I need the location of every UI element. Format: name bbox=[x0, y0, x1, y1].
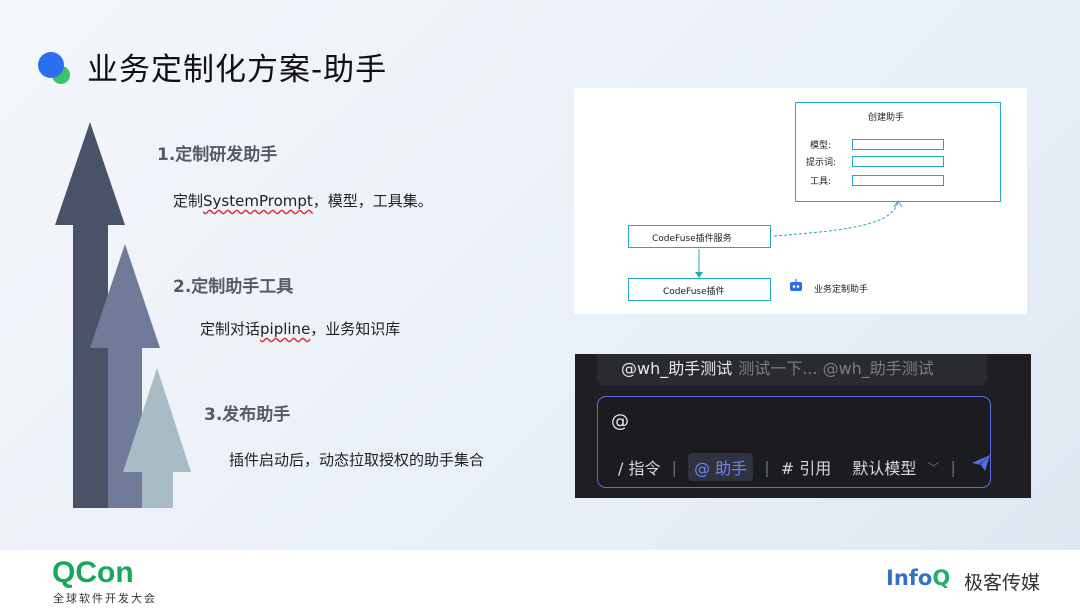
down-arrowhead bbox=[695, 272, 703, 278]
assistant-label: 业务定制助手 bbox=[814, 285, 869, 295]
chat-panel: @wh_助手测试 测试一下... @wh_助手测试 @ / 指令 | @ 助手 |… bbox=[575, 354, 1031, 498]
assistant-button[interactable]: @ 助手 bbox=[688, 453, 754, 481]
step-1-title: 1.定制研发助手 bbox=[157, 145, 278, 165]
chat-input[interactable]: @ / 指令 | @ 助手 | # 引用 默认模型 ﹀ | bbox=[597, 396, 991, 488]
send-icon[interactable] bbox=[971, 454, 991, 472]
page-title: 业务定制化方案-助手 bbox=[87, 52, 388, 88]
arrow-graphic bbox=[55, 122, 191, 508]
infoq-logo: InfoQ bbox=[886, 566, 951, 590]
geekbang-media-label: 极客传媒 bbox=[964, 572, 1041, 594]
step-1-desc: 定制SystemPrompt，模型，工具集。 bbox=[173, 192, 433, 210]
step-3-desc: 插件启动后，动态拉取授权的助手集合 bbox=[229, 451, 485, 469]
step-3-title: 3.发布助手 bbox=[204, 405, 291, 425]
architecture-diagram: 创建助手 模型: 提示词: 工具: CodeFuse插件服务 CodeFuse插… bbox=[574, 88, 1027, 314]
qcon-logo: QCon bbox=[52, 556, 134, 589]
robot-icon bbox=[790, 279, 802, 291]
chevron-down-icon[interactable]: ﹀ bbox=[927, 459, 939, 476]
mention-name: @wh_助手测试 bbox=[621, 359, 733, 378]
dashed-connector bbox=[773, 201, 899, 237]
reference-button[interactable]: # 引用 bbox=[781, 455, 832, 479]
model-select[interactable]: 默认模型 bbox=[852, 455, 916, 479]
qcon-subtitle: 全球软件开发大会 bbox=[53, 592, 157, 605]
step-2-desc: 定制对话pipline，业务知识库 bbox=[200, 320, 401, 338]
title-bullet-icon bbox=[38, 52, 70, 84]
chat-toolbar: / 指令 | @ 助手 | # 引用 默认模型 ﹀ | bbox=[618, 453, 991, 481]
command-button[interactable]: / 指令 bbox=[618, 455, 660, 479]
step-2-title: 2.定制助手工具 bbox=[173, 277, 294, 297]
chat-input-value: @ bbox=[611, 411, 629, 432]
dashed-arrowhead bbox=[893, 200, 903, 208]
mention-preview: 测试一下... @wh_助手测试 bbox=[738, 359, 934, 378]
mention-suggestion[interactable]: @wh_助手测试 测试一下... @wh_助手测试 bbox=[597, 354, 987, 386]
